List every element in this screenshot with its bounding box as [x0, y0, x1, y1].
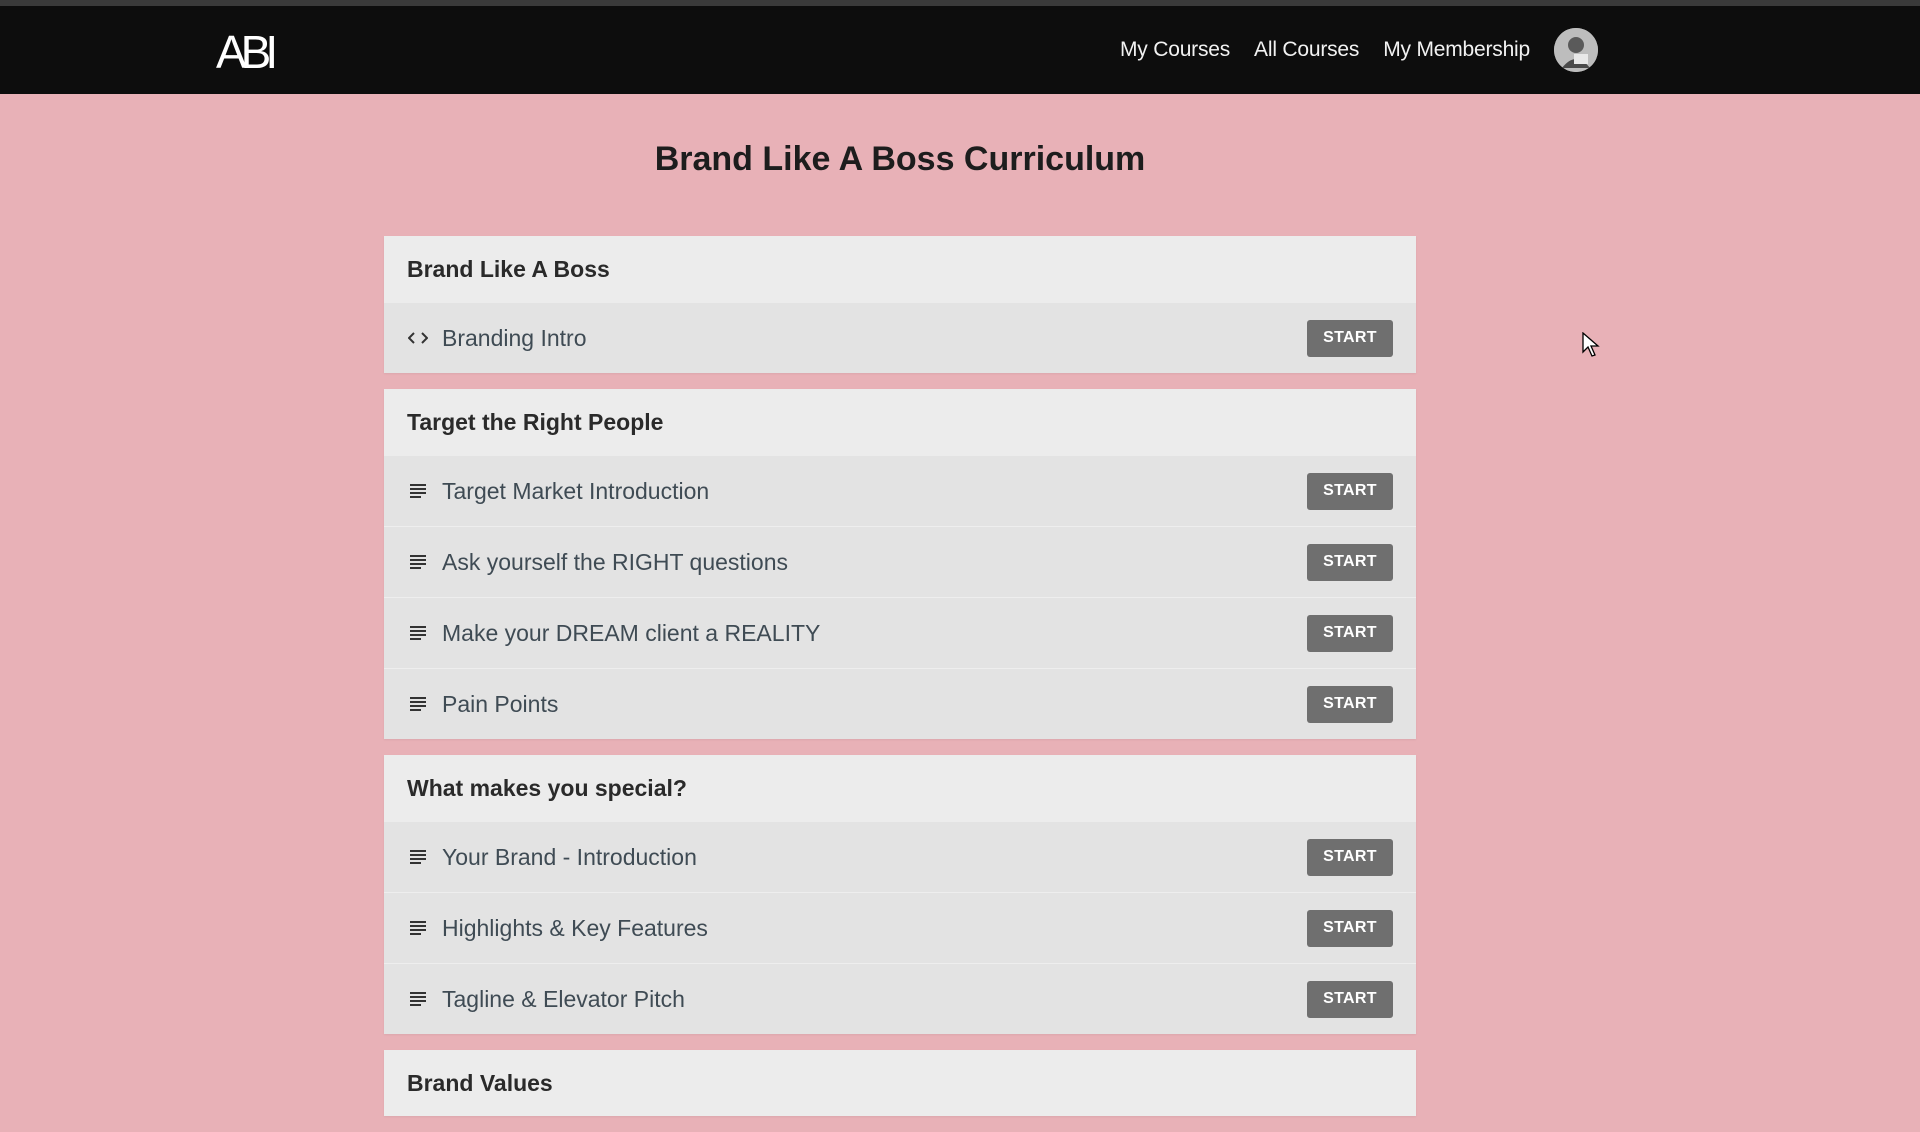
abi-logo[interactable]: ABI	[214, 23, 280, 79]
lecture-item[interactable]: Highlights & Key Features START	[384, 892, 1416, 963]
lecture-item[interactable]: Ask yourself the RIGHT questions START	[384, 526, 1416, 597]
lecture-title[interactable]: Target Market Introduction	[442, 478, 1307, 505]
lecture-item[interactable]: Target Market Introduction START	[384, 455, 1416, 526]
section-what-makes-you-special: What makes you special? Your Brand - Int…	[384, 755, 1416, 1034]
text-lines-icon	[408, 552, 428, 572]
text-lines-icon	[408, 989, 428, 1009]
mouse-cursor-icon	[1582, 332, 1600, 357]
lecture-title[interactable]: Tagline & Elevator Pitch	[442, 986, 1307, 1013]
section-brand-values: Brand Values	[384, 1050, 1416, 1116]
start-button[interactable]: START	[1307, 909, 1393, 947]
lecture-item[interactable]: Pain Points START	[384, 668, 1416, 739]
lecture-item[interactable]: Make your DREAM client a REALITY START	[384, 597, 1416, 668]
code-icon	[408, 328, 428, 348]
text-lines-icon	[408, 623, 428, 643]
section-title: Brand Values	[407, 1069, 553, 1096]
top-navbar: ABI My Courses All Courses My Membership	[0, 6, 1920, 94]
section-title: What makes you special?	[407, 774, 687, 801]
nav-my-courses[interactable]: My Courses	[1120, 38, 1230, 62]
lecture-title[interactable]: Your Brand - Introduction	[442, 844, 1307, 871]
start-button[interactable]: START	[1307, 543, 1393, 581]
lecture-item[interactable]: Tagline & Elevator Pitch START	[384, 963, 1416, 1034]
section-target-the-right-people: Target the Right People Target Market In…	[384, 389, 1416, 739]
lecture-title[interactable]: Pain Points	[442, 691, 1307, 718]
start-button[interactable]: START	[1307, 980, 1393, 1018]
page-title: Brand Like A Boss Curriculum	[654, 140, 1146, 178]
lecture-title[interactable]: Make your DREAM client a REALITY	[442, 620, 1307, 647]
nav-my-membership[interactable]: My Membership	[1383, 38, 1530, 62]
section-title: Brand Like A Boss	[407, 255, 610, 282]
lecture-title[interactable]: Branding Intro	[442, 325, 1307, 352]
nav-all-courses[interactable]: All Courses	[1254, 38, 1359, 62]
start-button[interactable]: START	[1307, 319, 1393, 357]
lecture-title[interactable]: Ask yourself the RIGHT questions	[442, 549, 1307, 576]
lecture-title[interactable]: Highlights & Key Features	[442, 915, 1307, 942]
lecture-item[interactable]: Branding Intro START	[384, 302, 1416, 373]
user-avatar[interactable]	[1554, 28, 1598, 72]
section-brand-like-a-boss: Brand Like A Boss Branding Intro START	[384, 236, 1416, 373]
text-lines-icon	[408, 918, 428, 938]
lecture-item[interactable]: Your Brand - Introduction START	[384, 821, 1416, 892]
curriculum-list: Brand Like A Boss Branding Intro START T…	[384, 236, 1416, 1132]
user-avatar-icon	[1554, 28, 1598, 72]
main-nav: My Courses All Courses My Membership	[1120, 6, 1598, 94]
section-title: Target the Right People	[407, 408, 664, 435]
text-lines-icon	[408, 481, 428, 501]
start-button[interactable]: START	[1307, 838, 1393, 876]
text-lines-icon	[408, 847, 428, 867]
start-button[interactable]: START	[1307, 472, 1393, 510]
logo-text: ABI	[216, 26, 274, 78]
start-button[interactable]: START	[1307, 614, 1393, 652]
start-button[interactable]: START	[1307, 685, 1393, 723]
text-lines-icon	[408, 694, 428, 714]
